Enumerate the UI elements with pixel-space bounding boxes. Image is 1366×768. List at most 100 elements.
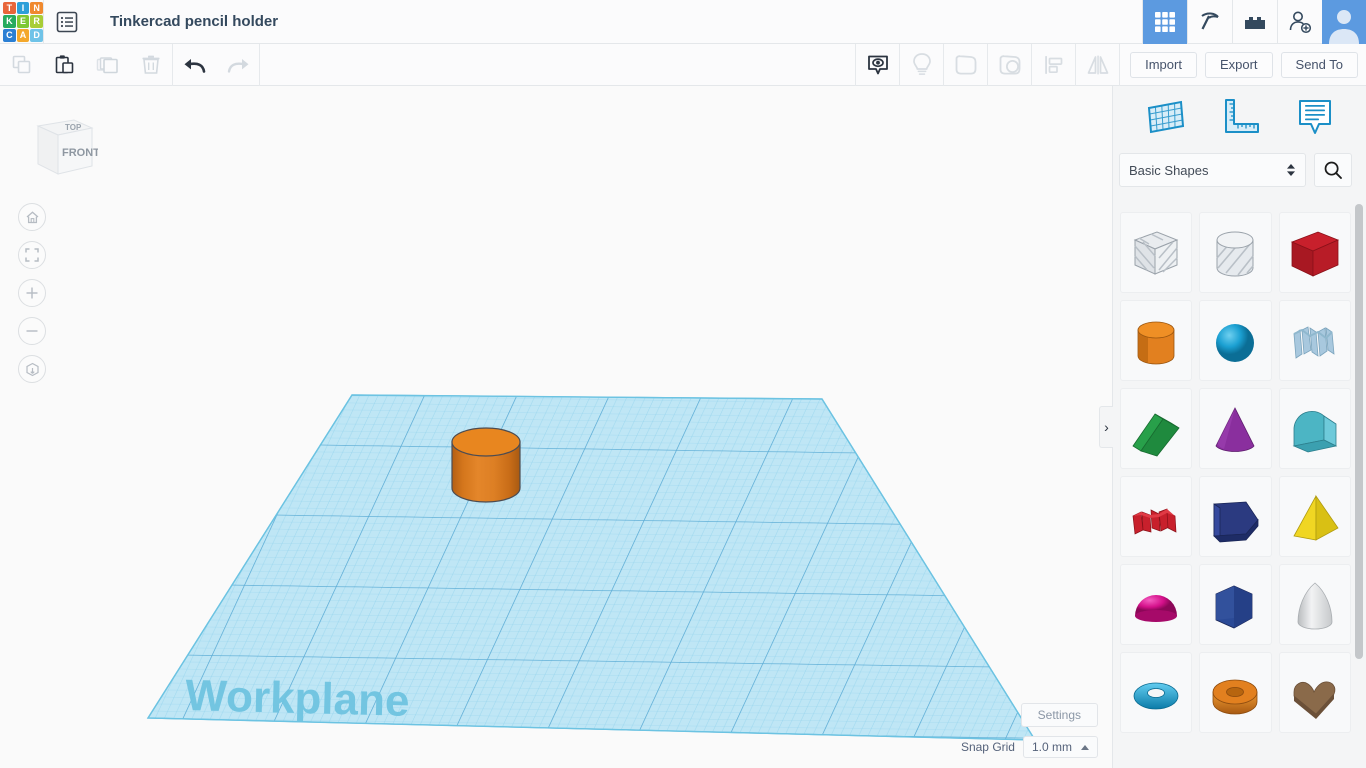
caret-up-icon: [1081, 744, 1089, 750]
shape-category-select[interactable]: Basic Shapes: [1119, 153, 1306, 187]
shape-pyramid[interactable]: [1278, 476, 1351, 557]
logo-tile-d-8: D: [30, 28, 43, 42]
duplicate-icon[interactable]: [86, 44, 129, 86]
shape-tube[interactable]: [1199, 652, 1272, 733]
shape-box[interactable]: [1278, 212, 1351, 293]
shapes-panel: › Basic Shapes: [1099, 86, 1366, 768]
snap-grid-select[interactable]: 1.0 mm: [1022, 736, 1098, 758]
shape-pyramid-thumbnail: [1293, 494, 1339, 541]
home-view-icon[interactable]: [18, 203, 46, 231]
logo-tile-e-4: E: [16, 15, 30, 28]
shape-polygon-thumbnail: [1213, 501, 1259, 542]
shape-heart[interactable]: [1278, 652, 1351, 733]
logo-tile-n-2: N: [30, 1, 43, 15]
delete-trash-icon[interactable]: [129, 44, 172, 86]
show-hide-eye-icon[interactable]: [856, 44, 899, 86]
user-avatar[interactable]: [1322, 0, 1366, 44]
redo-icon[interactable]: [216, 44, 259, 86]
shape-tube-thumbnail: [1213, 679, 1258, 714]
shape-cylinder-thumbnail: [1137, 321, 1175, 364]
zoom-in-icon[interactable]: [18, 279, 46, 307]
search-button[interactable]: [1314, 153, 1352, 187]
shape-cone[interactable]: [1199, 388, 1272, 469]
logo-tile-c-6: C: [3, 28, 16, 42]
panel-tool-tabs: [1113, 86, 1366, 148]
shapes-scrollbar[interactable]: [1355, 204, 1363, 766]
shapes-scroll-area[interactable]: [1113, 206, 1366, 768]
canvas-settings-area: Settings Snap Grid 1.0 mm: [961, 703, 1098, 758]
scrollbar-thumb[interactable]: [1355, 204, 1363, 659]
shape-box-hole-thumbnail: [1133, 230, 1179, 275]
logo-tile-i-1: I: [16, 1, 30, 15]
divider: [259, 43, 260, 86]
blocks-brick-icon[interactable]: [1233, 0, 1277, 44]
shape-box-hole[interactable]: [1120, 212, 1193, 293]
shape-round-roof[interactable]: [1278, 388, 1351, 469]
search-icon: [1324, 161, 1342, 179]
stepper-arrows-icon: [1287, 164, 1295, 176]
import-button[interactable]: Import: [1130, 51, 1197, 78]
snap-grid-value: 1.0 mm: [1031, 740, 1072, 754]
shape-category-value: Basic Shapes: [1129, 162, 1209, 178]
edit-toolbar: Import Export Send To: [0, 43, 1366, 86]
logo-tile-k-3: K: [3, 15, 16, 28]
mirror-flip-icon[interactable]: [1076, 44, 1119, 86]
shape-box-thumbnail: [1290, 231, 1339, 277]
view-cube-front-label: FRONT: [62, 147, 98, 159]
dashboard-grid-icon[interactable]: [1143, 0, 1187, 44]
shape-heart-thumbnail: [1293, 681, 1336, 719]
document-title[interactable]: Tinkercad pencil holder: [110, 13, 278, 30]
send-to-button[interactable]: Send To: [1280, 51, 1358, 78]
undo-icon[interactable]: [173, 44, 216, 86]
shape-cylinder[interactable]: [1120, 300, 1193, 381]
logo-tile-t-0: T: [3, 1, 16, 15]
shape-scribble[interactable]: [1278, 300, 1351, 381]
shape-half-sphere[interactable]: [1120, 564, 1193, 645]
align-icon[interactable]: [1032, 44, 1075, 86]
shape-hexagon-thumbnail: [1216, 585, 1253, 628]
shape-paraboloid-thumbnail: [1297, 581, 1333, 629]
shape-half-sphere-thumbnail: [1135, 594, 1178, 622]
perspective-toggle-icon[interactable]: [18, 355, 46, 383]
zoom-out-icon[interactable]: [18, 317, 46, 345]
paste-icon[interactable]: [43, 44, 86, 86]
shape-roof[interactable]: [1120, 388, 1193, 469]
shapes-filter-row: Basic Shapes: [1113, 148, 1366, 192]
shape-torus[interactable]: [1120, 652, 1193, 733]
view-nav-buttons: [18, 203, 46, 393]
shapes-grid: [1113, 206, 1366, 739]
group-icon[interactable]: [944, 44, 987, 86]
snap-grid-label: Snap Grid: [960, 740, 1015, 754]
top-bar: TIN KER CAD Tinkercad pencil holder: [0, 0, 1366, 44]
cylinder-object: [451, 427, 521, 503]
logo-tile-a-7: A: [16, 28, 30, 42]
invite-person-icon[interactable]: [1278, 0, 1322, 44]
workplane-svg: Workplane: [146, 394, 1037, 741]
top-bar-right: [1142, 0, 1366, 44]
settings-button[interactable]: Settings: [1020, 703, 1098, 727]
ungroup-icon[interactable]: [988, 44, 1031, 86]
shape-polygon[interactable]: [1199, 476, 1272, 557]
shape-text[interactable]: [1120, 476, 1193, 557]
shape-paraboloid[interactable]: [1278, 564, 1351, 645]
note-tool-icon[interactable]: [1291, 93, 1339, 141]
shape-cylinder-hole-thumbnail: [1216, 231, 1255, 276]
shape-hexagon[interactable]: [1199, 564, 1272, 645]
lightbulb-hint-icon[interactable]: [900, 44, 943, 86]
shape-sphere[interactable]: [1199, 300, 1272, 381]
workplane-label: Workplane: [185, 671, 410, 726]
collapse-panel-chevron-icon[interactable]: ›: [1099, 406, 1113, 448]
tinkercad-logo[interactable]: TIN KER CAD: [3, 1, 43, 42]
codeblocks-pickaxe-icon[interactable]: [1188, 0, 1232, 44]
ruler-tool-icon[interactable]: [1216, 93, 1264, 141]
view-cube[interactable]: TOP FRONT: [18, 104, 100, 187]
3d-canvas[interactable]: Workplane TOP FRONT Settings Snap Grid 1…: [0, 86, 1112, 768]
workplane-tool-icon[interactable]: [1141, 93, 1189, 141]
list-menu-icon[interactable]: [44, 0, 90, 44]
shape-cone-thumbnail: [1216, 406, 1255, 452]
copy-icon[interactable]: [0, 44, 43, 86]
export-button[interactable]: Export: [1204, 51, 1273, 78]
shape-cylinder-hole[interactable]: [1199, 212, 1272, 293]
logo-tile-r-5: R: [30, 15, 43, 28]
fit-to-view-icon[interactable]: [18, 241, 46, 269]
